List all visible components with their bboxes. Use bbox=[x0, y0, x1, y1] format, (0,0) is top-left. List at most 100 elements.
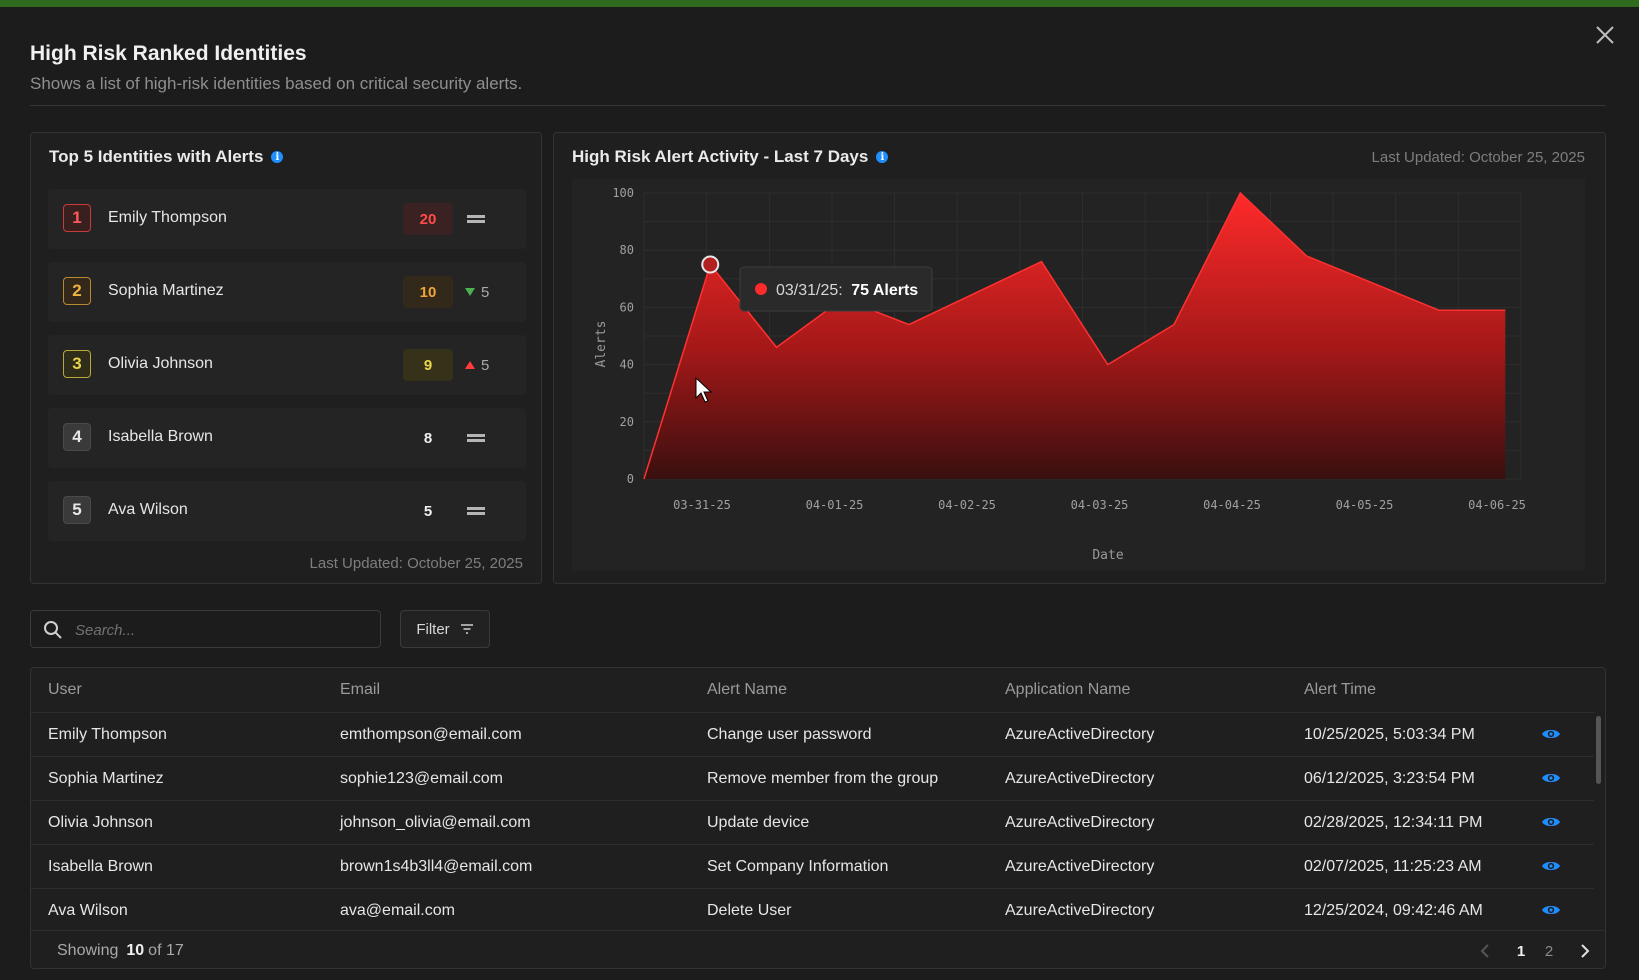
view-details-icon[interactable] bbox=[1541, 814, 1561, 835]
table-row[interactable]: Emily Thompson emthompson@email.com Change… bbox=[31, 712, 1594, 757]
alert-count-badge: 8 bbox=[423, 429, 433, 447]
search-input[interactable] bbox=[73, 619, 367, 641]
cell-alert-time: 10/25/2025, 5:03:34 PM bbox=[1304, 726, 1475, 743]
identity-name: Isabella Brown bbox=[108, 428, 213, 445]
identity-rank-row[interactable]: 3 Olivia Johnson 9 5 bbox=[48, 335, 526, 395]
top-accent-bar bbox=[0, 0, 1639, 7]
y-tick-label: 0 bbox=[627, 472, 634, 486]
cell-user: Isabella Brown bbox=[48, 858, 153, 875]
modal-header: High Risk Ranked Identities Shows a list… bbox=[30, 40, 1606, 106]
chevron-left-icon bbox=[1480, 944, 1489, 958]
no-change-icon bbox=[467, 434, 485, 442]
cell-user: Emily Thompson bbox=[48, 726, 167, 743]
trend-indicator bbox=[465, 426, 505, 450]
cell-email: brown1s4b3ll4@email.com bbox=[340, 858, 533, 875]
identity-name: Olivia Johnson bbox=[108, 355, 213, 372]
x-tick-label: 03-31-25 bbox=[673, 498, 731, 512]
table-row[interactable]: Olivia Johnson johnson_olivia@email.com Up… bbox=[31, 800, 1594, 845]
showing-count: Showing 10 of 17 bbox=[57, 942, 184, 960]
y-tick-label: 60 bbox=[620, 300, 634, 314]
top-identities-panel: Top 5 Identities with Alerts i 1 Emily T… bbox=[30, 132, 542, 584]
column-header[interactable]: User bbox=[48, 681, 82, 699]
table-row[interactable]: Isabella Brown brown1s4b3ll4@email.com Set… bbox=[31, 844, 1594, 889]
x-tick-label: 04-03-25 bbox=[1071, 498, 1129, 512]
next-page-button[interactable] bbox=[1571, 939, 1599, 963]
highlighted-data-point[interactable] bbox=[701, 255, 720, 274]
column-header[interactable]: Application Name bbox=[1005, 681, 1130, 699]
previous-page-button[interactable] bbox=[1471, 939, 1499, 963]
cell-alert-name: Delete User bbox=[707, 902, 792, 919]
chevron-right-icon bbox=[1581, 944, 1590, 958]
trend-up-icon bbox=[465, 361, 475, 369]
cell-alert-time: 02/28/2025, 12:34:11 PM bbox=[1304, 814, 1483, 831]
cell-alert-time: 02/07/2025, 11:25:23 AM bbox=[1304, 858, 1482, 875]
table-scrollbar[interactable] bbox=[1596, 716, 1601, 784]
rank-number: 1 bbox=[63, 204, 91, 232]
no-change-icon bbox=[467, 507, 485, 515]
x-tick-label: 04-05-25 bbox=[1336, 498, 1394, 512]
cell-email: sophie123@email.com bbox=[340, 770, 503, 787]
table-row[interactable]: Sophia Martinez sophie123@email.com Remove… bbox=[31, 756, 1594, 801]
rank-number: 5 bbox=[63, 496, 91, 524]
trend-delta: 5 bbox=[481, 356, 490, 374]
rank-number: 2 bbox=[63, 277, 91, 305]
cell-alert-name: Update device bbox=[707, 814, 810, 831]
alert-activity-title: High Risk Alert Activity - Last 7 Days bbox=[572, 147, 869, 166]
identity-rank-row[interactable]: 1 Emily Thompson 20 bbox=[48, 189, 526, 249]
rank-number: 3 bbox=[63, 350, 91, 378]
cell-alert-name: Remove member from the group bbox=[707, 770, 939, 787]
alert-activity-panel: High Risk Alert Activity - Last 7 Days i… bbox=[553, 132, 1606, 584]
tooltip-dot-icon bbox=[755, 283, 767, 295]
y-tick-label: 100 bbox=[612, 186, 634, 200]
cell-email: ava@email.com bbox=[340, 902, 455, 919]
view-details-icon[interactable] bbox=[1541, 902, 1561, 923]
cell-email: johnson_olivia@email.com bbox=[340, 814, 531, 831]
cell-email: emthompson@email.com bbox=[340, 726, 522, 743]
table-header: User Email Alert Name Application Name Alert… bbox=[31, 668, 1605, 712]
column-header[interactable]: Alert Time bbox=[1304, 681, 1376, 699]
page-2-button[interactable]: 2 bbox=[1535, 939, 1563, 963]
info-icon[interactable]: i bbox=[876, 151, 889, 163]
trend-down-icon bbox=[465, 288, 475, 296]
filter-button[interactable]: Filter bbox=[400, 610, 490, 648]
cell-alert-name: Change user password bbox=[707, 726, 872, 743]
alert-count-badge: 5 bbox=[423, 502, 433, 520]
trend-indicator: 5 bbox=[465, 353, 505, 377]
trend-delta: 5 bbox=[481, 283, 490, 301]
trend-indicator: 5 bbox=[465, 280, 505, 304]
table-footer: Showing 10 of 17 12 bbox=[31, 930, 1605, 968]
cell-application-name: AzureActiveDirectory bbox=[1005, 726, 1155, 743]
column-header[interactable]: Email bbox=[340, 681, 380, 699]
no-change-icon bbox=[467, 215, 485, 223]
identity-name: Sophia Martinez bbox=[108, 282, 224, 299]
column-header[interactable]: Alert Name bbox=[707, 681, 787, 699]
identity-rank-row[interactable]: 2 Sophia Martinez 10 5 bbox=[48, 262, 526, 322]
info-icon[interactable]: i bbox=[271, 151, 284, 163]
pagination: 12 bbox=[1471, 939, 1599, 963]
alerts-table: User Email Alert Name Application Name Alert… bbox=[30, 667, 1606, 969]
search-icon bbox=[44, 621, 62, 639]
alert-activity-last-updated: Last Updated: October 25, 2025 bbox=[1371, 149, 1585, 166]
filter-icon bbox=[460, 624, 473, 634]
identity-rank-row[interactable]: 4 Isabella Brown 8 bbox=[48, 408, 526, 468]
showing-total: of 17 bbox=[148, 942, 184, 959]
identity-rank-row[interactable]: 5 Ava Wilson 5 bbox=[48, 481, 526, 541]
identity-name: Ava Wilson bbox=[108, 501, 188, 518]
view-details-icon[interactable] bbox=[1541, 770, 1561, 791]
cell-user: Ava Wilson bbox=[48, 902, 128, 919]
cell-alert-time: 12/25/2024, 09:42:46 AM bbox=[1304, 902, 1483, 919]
cell-application-name: AzureActiveDirectory bbox=[1005, 770, 1155, 787]
trend-indicator bbox=[465, 499, 505, 523]
table-row[interactable]: Ava Wilson ava@email.com Delete User AzureA… bbox=[31, 888, 1594, 933]
rank-number: 4 bbox=[63, 423, 91, 451]
chart-tooltip: 03/31/25: 75 Alerts bbox=[739, 266, 933, 312]
view-details-icon[interactable] bbox=[1541, 726, 1561, 747]
page-1-button[interactable]: 1 bbox=[1507, 939, 1535, 963]
tooltip-value: 75 Alerts bbox=[851, 282, 918, 299]
top-identities-title: Top 5 Identities with Alerts bbox=[49, 147, 264, 166]
view-details-icon[interactable] bbox=[1541, 858, 1561, 879]
alert-count-badge: 10 bbox=[403, 276, 453, 308]
x-tick-label: 04-04-25 bbox=[1203, 498, 1261, 512]
search-field[interactable] bbox=[30, 610, 381, 648]
showing-label: Showing bbox=[57, 942, 119, 959]
